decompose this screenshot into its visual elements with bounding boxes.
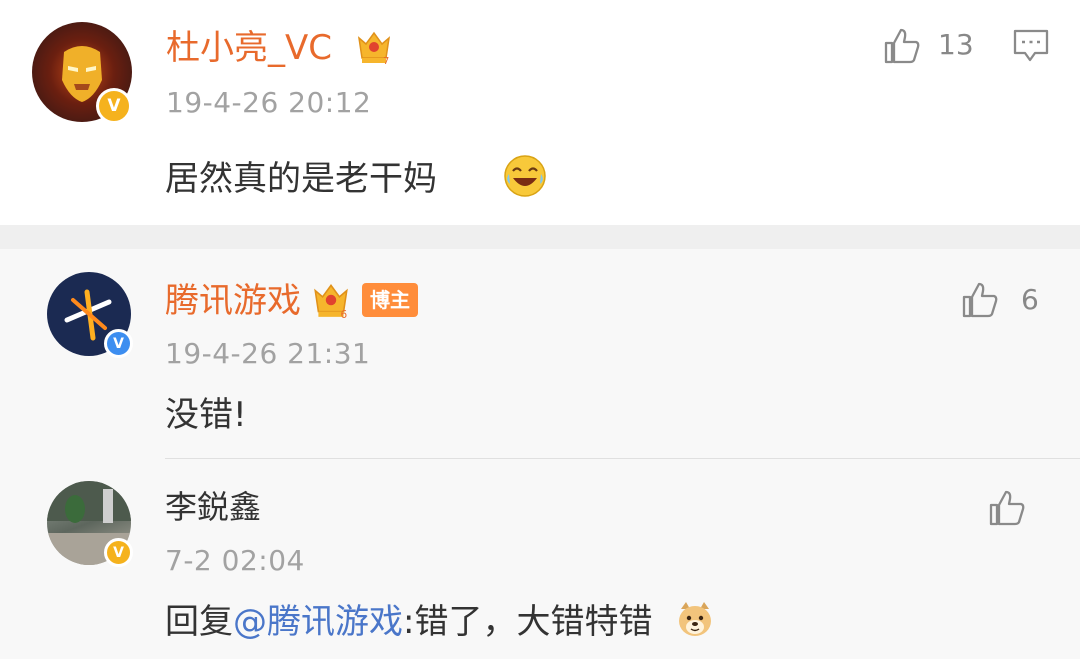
mention-link[interactable]: @腾讯游戏	[233, 602, 403, 642]
comment-text: 居然真的是老干妈	[165, 159, 437, 199]
thumb-up-icon[interactable]	[882, 26, 922, 66]
svg-text:6: 6	[340, 309, 347, 320]
divider	[165, 458, 1080, 459]
reply-list	[0, 249, 1080, 659]
reply-author[interactable]: 李鋭鑫	[165, 487, 261, 527]
verified-icon: V	[96, 88, 132, 124]
reply-author[interactable]: 腾讯游戏	[165, 281, 301, 321]
reply-text: 没错!	[165, 395, 247, 435]
comment-author[interactable]: 杜小亮_VC	[166, 28, 332, 68]
comment-icon[interactable]	[1013, 28, 1049, 64]
reply-text: 回复@腾讯游戏:错了，大错特错	[165, 601, 652, 643]
verified-icon: V	[104, 329, 133, 358]
reply-time: 19-4-26 21:31	[165, 337, 371, 370]
main-comment: V 杜小亮_VC 7 19-4-26 20:12 13 居然真的是老干妈	[0, 0, 1080, 225]
host-badge: 博主	[362, 283, 418, 317]
like-count: 13	[938, 28, 974, 61]
thumb-up-icon[interactable]	[987, 488, 1027, 528]
crown-icon: 7	[357, 31, 391, 66]
reply-time: 7-2 02:04	[165, 544, 305, 577]
reply-content: :错了，大错特错	[403, 602, 653, 642]
verified-icon: V	[104, 538, 133, 567]
svg-text:7: 7	[383, 56, 389, 66]
comment-separator	[0, 225, 1080, 249]
crown-icon: 6	[314, 284, 348, 320]
comment-time: 19-4-26 20:12	[166, 86, 372, 119]
doge-emoji-icon	[679, 602, 711, 636]
laughing-emoji-icon	[504, 155, 546, 197]
like-count: 6	[1021, 283, 1039, 316]
thumb-up-icon[interactable]	[960, 280, 1000, 320]
reply-prefix: 回复	[165, 602, 233, 642]
